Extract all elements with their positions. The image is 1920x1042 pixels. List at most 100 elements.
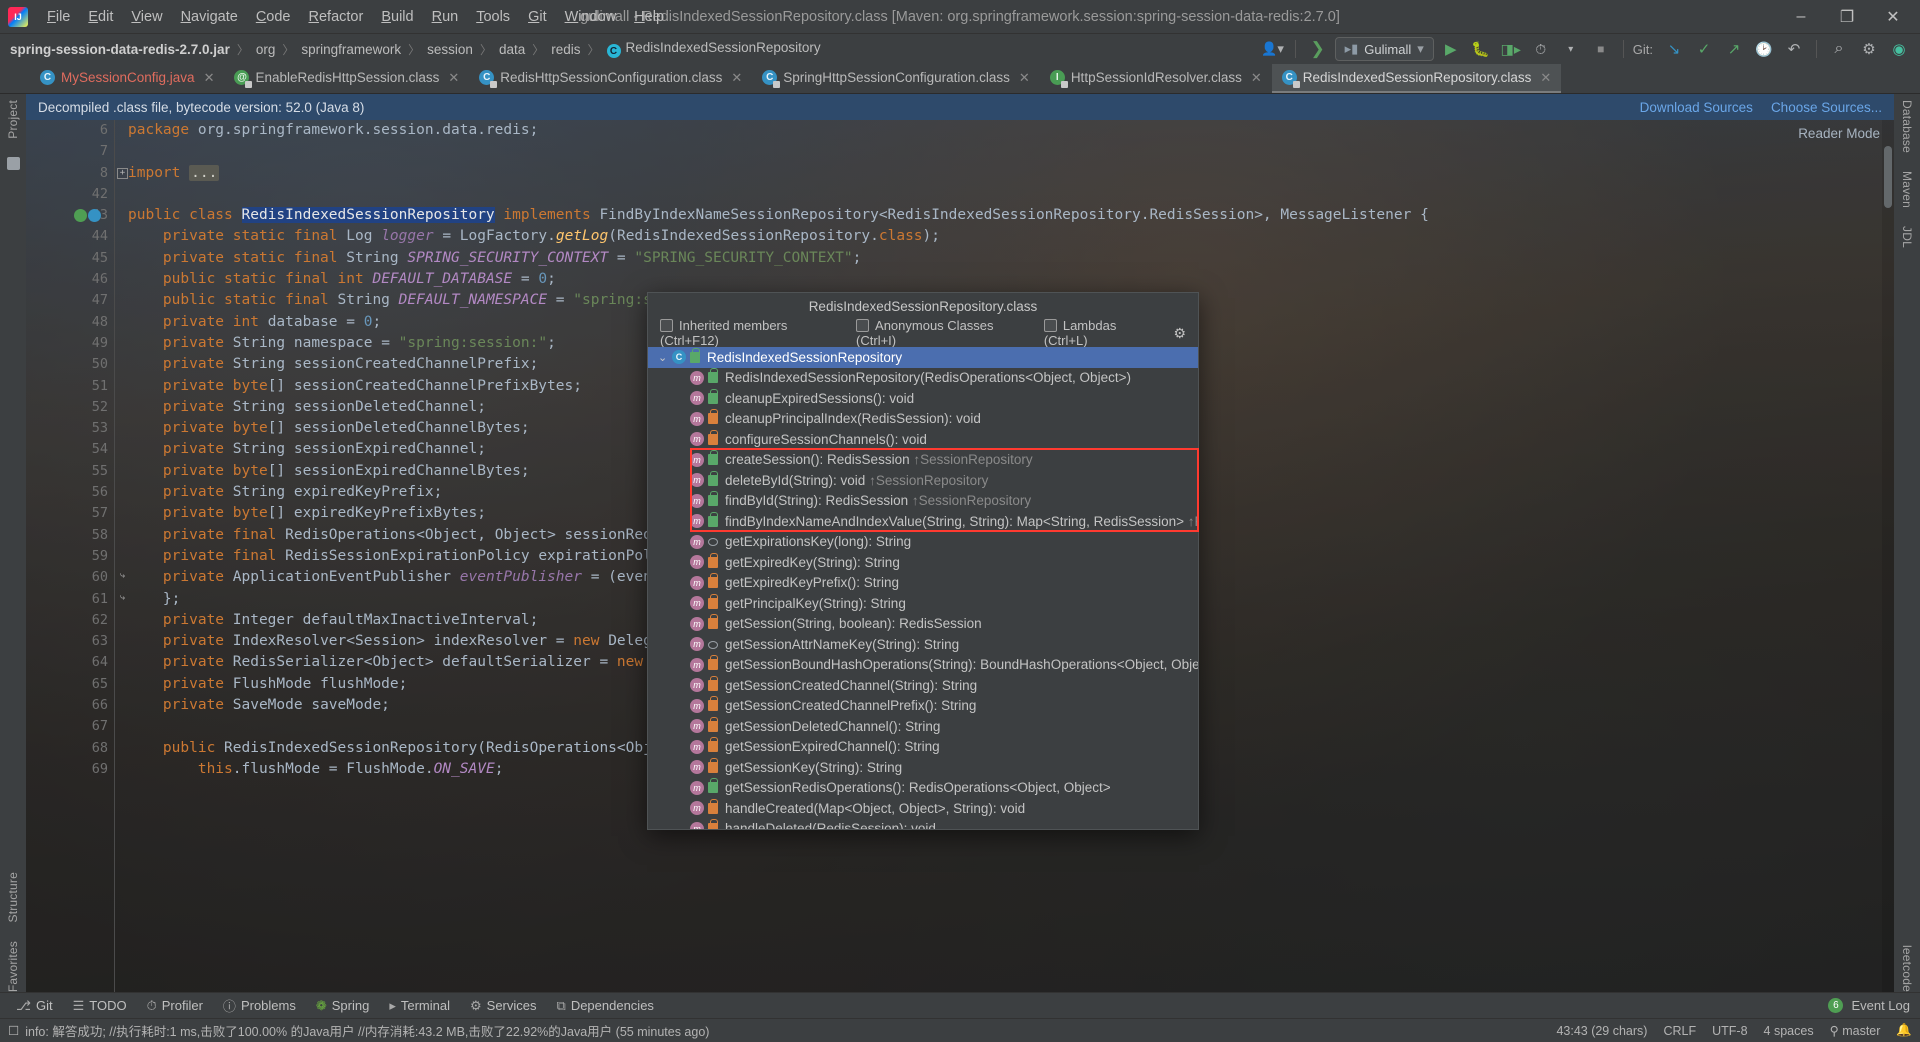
minimize-button[interactable]: – <box>1778 0 1824 34</box>
line-number[interactable]: 43 <box>26 205 114 226</box>
structure-member-item[interactable]: m configureSessionChannels(): void <box>648 429 1198 450</box>
sidebar-item-database[interactable]: Database <box>1900 100 1914 153</box>
line-number[interactable]: 7 <box>26 141 114 162</box>
line-number[interactable]: 49 <box>26 333 114 354</box>
structure-member-item[interactable]: m getExpiredKeyPrefix(): String <box>648 573 1198 594</box>
bottom-bar-item-todo[interactable]: ☰ TODO <box>63 998 137 1014</box>
menu-item-navigate[interactable]: Navigate <box>172 5 247 29</box>
notifications-icon[interactable]: 🔔 <box>1896 1023 1912 1038</box>
line-number[interactable]: 42 <box>26 184 114 205</box>
line-number[interactable]: 54 <box>26 439 114 460</box>
editor-tab-2[interactable]: C RedisHttpSessionConfiguration.class ✕ <box>469 64 752 93</box>
run-configuration-selector[interactable]: ▸▮ Gulimall ▾ <box>1334 37 1434 61</box>
menu-item-file[interactable]: File <box>38 5 79 29</box>
editor-tab-3[interactable]: C SpringHttpSessionConfiguration.class ✕ <box>752 64 1040 93</box>
editor-tab-1[interactable]: @ EnableRedisHttpSession.class ✕ <box>224 64 469 93</box>
line-number[interactable]: 59 <box>26 546 114 567</box>
structure-member-item[interactable]: m createSession(): RedisSession ↑SessionR… <box>648 450 1198 471</box>
line-number[interactable]: 47 <box>26 290 114 311</box>
download-sources-link[interactable]: Download Sources <box>1640 100 1753 115</box>
structure-member-item[interactable]: m getSessionKey(String): String <box>648 757 1198 778</box>
menu-item-build[interactable]: Build <box>372 5 422 29</box>
line-number[interactable]: 8 + <box>26 163 128 184</box>
line-number[interactable]: 51 <box>26 376 114 397</box>
gear-icon[interactable]: ⚙ <box>1173 325 1186 342</box>
fold-toggle-icon[interactable]: + <box>117 167 128 179</box>
caret-position[interactable]: 43:43 (29 chars) <box>1556 1024 1647 1038</box>
more-run-options-icon[interactable]: ▾ <box>1558 37 1584 61</box>
breadcrumb-item-5[interactable]: redis <box>551 42 580 57</box>
checkbox-inherited[interactable] <box>660 319 673 332</box>
event-log-label[interactable]: Event Log <box>1851 998 1910 1013</box>
structure-member-item[interactable]: m getExpirationsKey(long): String <box>648 532 1198 553</box>
editor-tab-5[interactable]: C RedisIndexedSessionRepository.class ✕ <box>1271 64 1562 93</box>
line-number[interactable]: 44 <box>26 226 114 247</box>
structure-member-item[interactable]: m deleteById(String): void ↑SessionReposi… <box>648 470 1198 491</box>
structure-member-item[interactable]: m cleanupPrincipalIndex(RedisSession): vo… <box>648 409 1198 430</box>
structure-member-item[interactable]: m getSessionCreatedChannel(String): Strin… <box>648 675 1198 696</box>
menu-item-git[interactable]: Git <box>519 5 556 29</box>
debug-icon[interactable]: 🐛 <box>1468 37 1494 61</box>
structure-member-list[interactable]: ⌄ C RedisIndexedSessionRepository m RedisInd… <box>648 347 1198 829</box>
breadcrumb-item-2[interactable]: springframework <box>301 42 401 57</box>
git-branch[interactable]: ⚲ master <box>1830 1023 1881 1038</box>
stop-icon[interactable]: ■ <box>1588 37 1614 61</box>
scrollbar-thumb[interactable] <box>1884 146 1892 208</box>
structure-member-item[interactable]: m getSessionExpiredChannel(): String <box>648 737 1198 758</box>
menu-item-help[interactable]: Help <box>625 5 673 29</box>
file-structure-popup[interactable]: RedisIndexedSessionRepository.class Inhe… <box>647 292 1199 830</box>
indent-setting[interactable]: 4 spaces <box>1764 1024 1814 1038</box>
checkbox-anonymous[interactable] <box>856 319 870 332</box>
bottom-bar-item-profiler[interactable]: ⏱ Profiler <box>137 998 213 1014</box>
structure-member-item[interactable]: m RedisIndexedSessionRepository(RedisOper… <box>648 368 1198 389</box>
bottom-bar-item-services[interactable]: ⚙ Services <box>460 998 547 1014</box>
line-number[interactable]: 6 <box>26 120 114 141</box>
editor-scrollbar[interactable] <box>1882 120 1894 992</box>
build-icon[interactable]: ❯ <box>1305 37 1331 61</box>
line-number[interactable]: 68 <box>26 738 114 759</box>
menu-item-refactor[interactable]: Refactor <box>300 5 373 29</box>
line-number[interactable]: 67 <box>26 716 114 737</box>
breadcrumb-item-1[interactable]: org <box>256 42 276 57</box>
bottom-bar-item-problems[interactable]: ⓘ Problems <box>213 996 306 1015</box>
structure-member-item[interactable]: m getPrincipalKey(String): String <box>648 593 1198 614</box>
sidebar-item-leetcode[interactable]: leetcode <box>1900 945 1914 992</box>
choose-sources-link[interactable]: Choose Sources... <box>1771 100 1882 115</box>
close-icon[interactable]: ✕ <box>448 70 459 86</box>
structure-member-item[interactable]: m handleDeleted(RedisSession): void <box>648 819 1198 829</box>
line-separator[interactable]: CRLF <box>1663 1024 1696 1038</box>
sidebar-item-structure[interactable]: Structure <box>6 872 20 923</box>
breadcrumb-item-6[interactable]: C RedisIndexedSessionRepository <box>606 40 821 59</box>
menu-item-code[interactable]: Code <box>247 5 300 29</box>
push-icon[interactable]: ↗ <box>1721 37 1747 61</box>
line-number[interactable]: 48 <box>26 312 114 333</box>
bottom-bar-item-terminal[interactable]: ▸ Terminal <box>379 998 460 1014</box>
structure-member-item[interactable]: m getSessionDeletedChannel(): String <box>648 716 1198 737</box>
structure-member-item[interactable]: m getSessionBoundHashOperations(String): … <box>648 655 1198 676</box>
maximize-button[interactable]: ❐ <box>1824 0 1870 34</box>
menu-item-tools[interactable]: Tools <box>467 5 519 29</box>
filter-anonymous-classes[interactable]: Anonymous Classes (Ctrl+I) <box>856 318 1028 348</box>
line-number[interactable]: 61 ⤷ <box>26 589 125 610</box>
rollback-icon[interactable]: ↶ <box>1781 37 1807 61</box>
line-number[interactable]: 45 <box>26 248 114 269</box>
close-icon[interactable]: ✕ <box>1019 70 1030 86</box>
close-icon[interactable]: ✕ <box>1540 70 1551 86</box>
plugin-icon[interactable]: ◉ <box>1886 37 1912 61</box>
close-icon[interactable]: ✕ <box>204 70 215 86</box>
structure-member-item[interactable]: m findByIndexNameAndIndexValue(String, St… <box>648 511 1198 532</box>
history-icon[interactable]: 🕑 <box>1751 37 1777 61</box>
bottom-bar-item-spring[interactable]: ❁ Spring <box>306 998 379 1014</box>
structure-member-item[interactable]: m getSession(String, boolean): RedisSessi… <box>648 614 1198 635</box>
line-number[interactable]: 63 <box>26 631 114 652</box>
structure-member-item[interactable]: m getExpiredKey(String): String <box>648 552 1198 573</box>
line-number[interactable]: 46 <box>26 269 114 290</box>
user-icon[interactable]: 👤▾ <box>1260 37 1286 61</box>
bottom-bar-item-git[interactable]: ⎇ Git <box>6 998 63 1014</box>
menu-item-view[interactable]: View <box>122 5 171 29</box>
filter-lambdas[interactable]: Lambdas (Ctrl+L) <box>1043 318 1158 348</box>
structure-member-item[interactable]: m handleCreated(Map<Object, Object>, Stri… <box>648 798 1198 819</box>
search-icon[interactable]: ⌕ <box>1826 37 1852 61</box>
run-icon[interactable]: ▶ <box>1438 37 1464 61</box>
close-icon[interactable]: ✕ <box>1251 70 1262 86</box>
